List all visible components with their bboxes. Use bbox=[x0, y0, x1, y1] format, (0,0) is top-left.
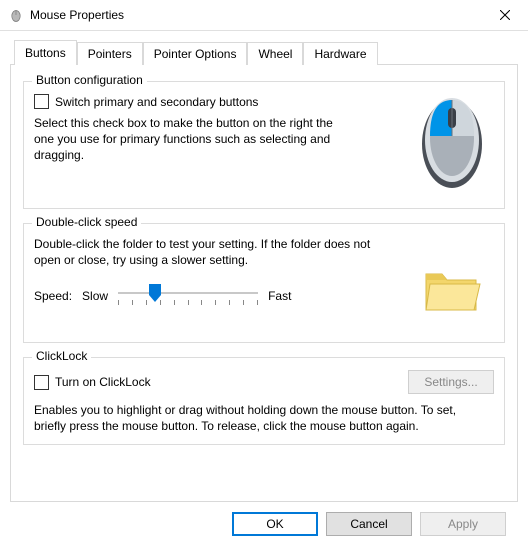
tab-strip: Buttons Pointers Pointer Options Wheel H… bbox=[10, 39, 518, 64]
mouse-icon bbox=[8, 7, 24, 23]
checkbox-box-icon bbox=[34, 94, 49, 109]
group-legend: Button configuration bbox=[32, 73, 147, 87]
clicklock-description: Enables you to highlight or drag without… bbox=[34, 402, 474, 434]
doubleclick-description: Double-click the folder to test your set… bbox=[34, 236, 374, 268]
checkbox-label: Turn on ClickLock bbox=[55, 375, 151, 389]
slow-label: Slow bbox=[82, 289, 108, 303]
tab-hardware[interactable]: Hardware bbox=[303, 42, 377, 65]
folder-test-icon[interactable] bbox=[420, 260, 484, 316]
checkbox-label: Switch primary and secondary buttons bbox=[55, 95, 258, 109]
title-bar: Mouse Properties bbox=[0, 0, 528, 31]
group-clicklock: ClickLock Turn on ClickLock Settings... … bbox=[23, 357, 505, 445]
ok-button[interactable]: OK bbox=[232, 512, 318, 536]
tab-pointer-options[interactable]: Pointer Options bbox=[143, 42, 248, 65]
clicklock-settings-button: Settings... bbox=[408, 370, 494, 394]
speed-slider[interactable] bbox=[118, 282, 258, 310]
window-title: Mouse Properties bbox=[30, 8, 482, 22]
button-config-description: Select this check box to make the button… bbox=[34, 115, 354, 164]
mouse-illustration bbox=[412, 88, 492, 193]
dialog-buttons: OK Cancel Apply bbox=[10, 502, 518, 536]
group-legend: Double-click speed bbox=[32, 215, 141, 229]
tab-buttons[interactable]: Buttons bbox=[14, 40, 77, 65]
checkbox-box-icon bbox=[34, 375, 49, 390]
group-button-configuration: Button configuration Switch primary and … bbox=[23, 81, 505, 209]
speed-label: Speed: bbox=[34, 289, 72, 303]
fast-label: Fast bbox=[268, 289, 291, 303]
slider-thumb-icon bbox=[148, 283, 162, 303]
group-legend: ClickLock bbox=[32, 349, 91, 363]
clicklock-checkbox[interactable]: Turn on ClickLock bbox=[34, 375, 151, 390]
tab-pointers[interactable]: Pointers bbox=[77, 42, 143, 65]
close-button[interactable] bbox=[482, 0, 528, 31]
cancel-button[interactable]: Cancel bbox=[326, 512, 412, 536]
apply-button: Apply bbox=[420, 512, 506, 536]
tab-panel: Button configuration Switch primary and … bbox=[10, 64, 518, 502]
tab-wheel[interactable]: Wheel bbox=[247, 42, 303, 65]
group-doubleclick-speed: Double-click speed Double-click the fold… bbox=[23, 223, 505, 343]
